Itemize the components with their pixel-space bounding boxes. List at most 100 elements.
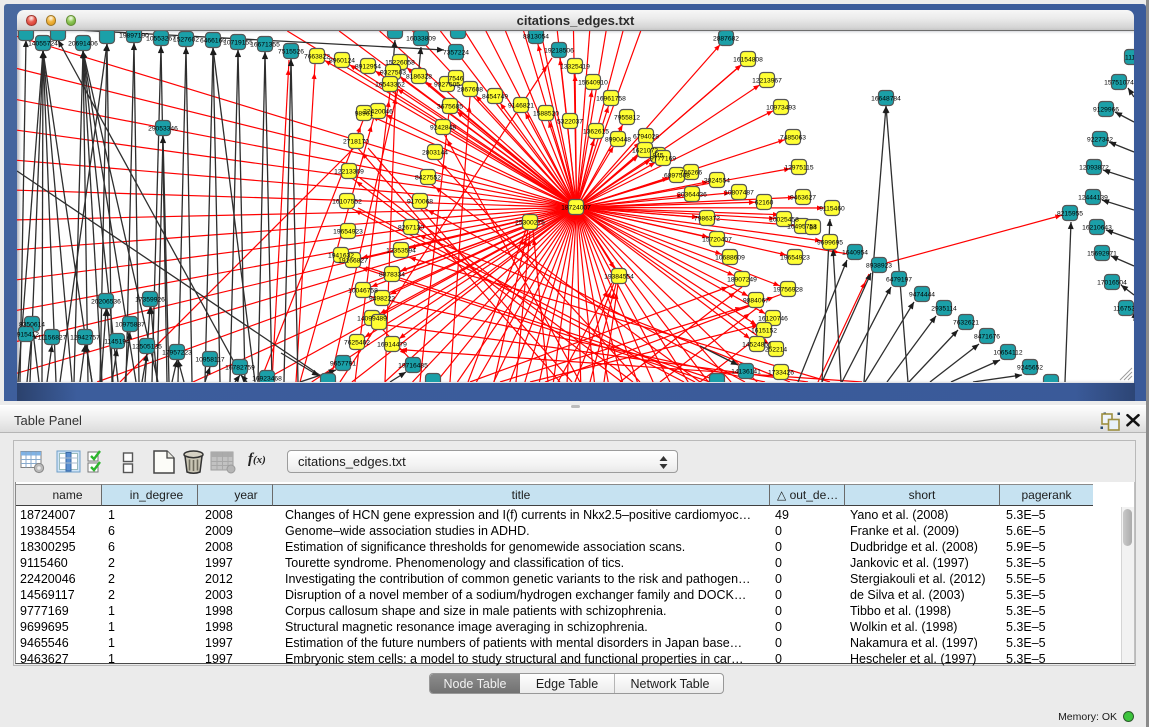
svg-text:12353594: 12353594 [386, 247, 416, 254]
svg-text:15751074: 15751074 [1104, 79, 1134, 86]
svg-text:9777169: 9777169 [650, 155, 676, 162]
svg-text:10025458: 10025458 [769, 216, 799, 223]
svg-text:7625402: 7625402 [344, 339, 370, 346]
svg-text:10973493: 10973493 [766, 104, 796, 111]
svg-text:16210643: 16210643 [1082, 224, 1112, 231]
svg-text:9498222: 9498222 [369, 295, 395, 302]
svg-text:2803144: 2803144 [422, 149, 448, 156]
svg-text:7632621: 7632621 [953, 319, 979, 326]
svg-text:7357224: 7357224 [443, 49, 469, 56]
svg-text:16782759: 16782759 [225, 364, 255, 371]
svg-text:1527602: 1527602 [173, 36, 199, 43]
svg-text:16671355: 16671355 [250, 41, 280, 48]
svg-text:9327503: 9327503 [380, 69, 406, 76]
svg-text:1112: 1112 [1125, 54, 1134, 61]
svg-text:8215955: 8215955 [1057, 210, 1083, 217]
svg-text:1615152: 1615152 [751, 327, 777, 334]
svg-text:19384554: 19384554 [604, 273, 634, 280]
svg-text:6794028: 6794028 [633, 133, 659, 140]
svg-text:14136141: 14136141 [731, 368, 761, 375]
svg-text:3915412: 3915412 [17, 331, 39, 338]
svg-text:9884067: 9884067 [743, 297, 769, 304]
svg-text:25300275: 25300275 [515, 219, 545, 226]
svg-text:14055724: 14055724 [28, 40, 58, 47]
svg-text:15692971: 15692971 [1087, 250, 1117, 257]
svg-text:7515526: 7515526 [278, 48, 304, 55]
svg-text:9146821: 9146821 [508, 102, 534, 109]
svg-text:84: 84 [809, 224, 817, 231]
svg-text:9129966: 9129966 [1093, 106, 1119, 113]
svg-text:8454749: 8454749 [482, 93, 508, 100]
svg-text:8813054: 8813054 [523, 33, 549, 40]
svg-text:20691406: 20691406 [68, 40, 98, 47]
svg-text:19897190: 19897190 [119, 32, 149, 39]
svg-text:15720407: 15720407 [702, 236, 732, 243]
svg-text:62160: 62160 [755, 199, 774, 206]
svg-text:9245652: 9245652 [1017, 364, 1043, 371]
svg-text:8267130: 8267130 [398, 224, 424, 231]
svg-text:16120746: 16120746 [758, 315, 788, 322]
svg-text:8912954: 8912954 [355, 63, 381, 70]
svg-text:7485063: 7485063 [780, 134, 806, 141]
svg-text:3675685: 3675685 [437, 103, 463, 110]
svg-text:8960124: 8960124 [329, 57, 355, 64]
svg-text:1167533: 1167533 [1113, 305, 1134, 312]
svg-text:9463627: 9463627 [790, 194, 816, 201]
svg-text:11156827: 11156827 [38, 334, 67, 341]
svg-text:5322037: 5322037 [557, 118, 583, 125]
svg-text:3824554: 3824554 [704, 177, 730, 184]
svg-text:16033809: 16033809 [406, 35, 436, 42]
svg-text:10807487: 10807487 [724, 189, 754, 196]
svg-text:1941632: 1941632 [328, 252, 354, 259]
svg-text:1145194: 1145194 [104, 338, 130, 345]
svg-text:13325419: 13325419 [560, 63, 590, 70]
svg-text:19654923: 19654923 [333, 228, 363, 235]
svg-text:10654112: 10654112 [993, 349, 1023, 356]
svg-text:16914479: 16914479 [377, 341, 407, 348]
svg-text:20364436: 20364436 [677, 191, 707, 198]
svg-text:10958117: 10958117 [195, 356, 225, 363]
svg-text:1733426: 1733426 [768, 369, 794, 376]
svg-text:16648784: 16648784 [871, 95, 901, 102]
svg-text:19756928: 19756928 [773, 286, 803, 293]
svg-text:10975887: 10975887 [115, 321, 145, 328]
svg-text:19716485: 19716485 [398, 362, 428, 369]
svg-text:18907249: 18907249 [727, 276, 757, 283]
svg-text:7546: 7546 [449, 75, 464, 82]
svg-text:17359926: 17359926 [135, 296, 165, 303]
svg-text:7955812: 7955812 [614, 114, 640, 121]
svg-text:14099489: 14099489 [357, 315, 387, 322]
svg-text:8350614: 8350614 [19, 321, 45, 328]
svg-text:19654923: 19654923 [780, 254, 810, 261]
svg-text:9227342: 9227342 [1087, 136, 1113, 143]
svg-text:9474444: 9474444 [909, 291, 935, 298]
svg-text:20206536: 20206536 [91, 298, 121, 305]
svg-text:17016504: 17016504 [1097, 279, 1127, 286]
svg-text:2935114: 2935114 [931, 305, 957, 312]
svg-text:9699695: 9699695 [817, 239, 843, 246]
svg-text:252214: 252214 [765, 346, 788, 353]
svg-text:12444139: 12444139 [1078, 194, 1108, 201]
svg-text:10046758: 10046758 [348, 287, 378, 294]
svg-text:2887682: 2887682 [713, 35, 739, 42]
svg-text:15640910: 15640910 [578, 79, 608, 86]
svg-text:16923468: 16923468 [252, 375, 282, 382]
svg-text:15226058: 15226058 [385, 59, 415, 66]
svg-text:6479197: 6479197 [886, 276, 912, 283]
svg-text:2718170: 2718170 [343, 138, 369, 145]
svg-text:9115460: 9115460 [819, 205, 845, 212]
svg-text:16154808: 16154808 [733, 56, 763, 63]
svg-text:19218506: 19218506 [544, 47, 574, 54]
svg-text:12213967: 12213967 [752, 77, 782, 84]
svg-text:8186328: 8186328 [406, 73, 432, 80]
svg-text:8427552: 8427552 [415, 174, 441, 181]
svg-text:1588520: 1588520 [533, 110, 559, 117]
svg-text:7663822: 7663822 [304, 53, 330, 60]
svg-text:8878334: 8878334 [379, 271, 405, 278]
svg-text:16543362: 16543362 [375, 81, 405, 88]
svg-text:2867608: 2867608 [457, 86, 483, 93]
svg-text:29053346: 29053346 [148, 125, 178, 132]
svg-text:12505135: 12505135 [132, 343, 162, 350]
svg-text:8471676: 8471676 [974, 333, 1000, 340]
svg-text:98961: 98961 [355, 110, 374, 117]
